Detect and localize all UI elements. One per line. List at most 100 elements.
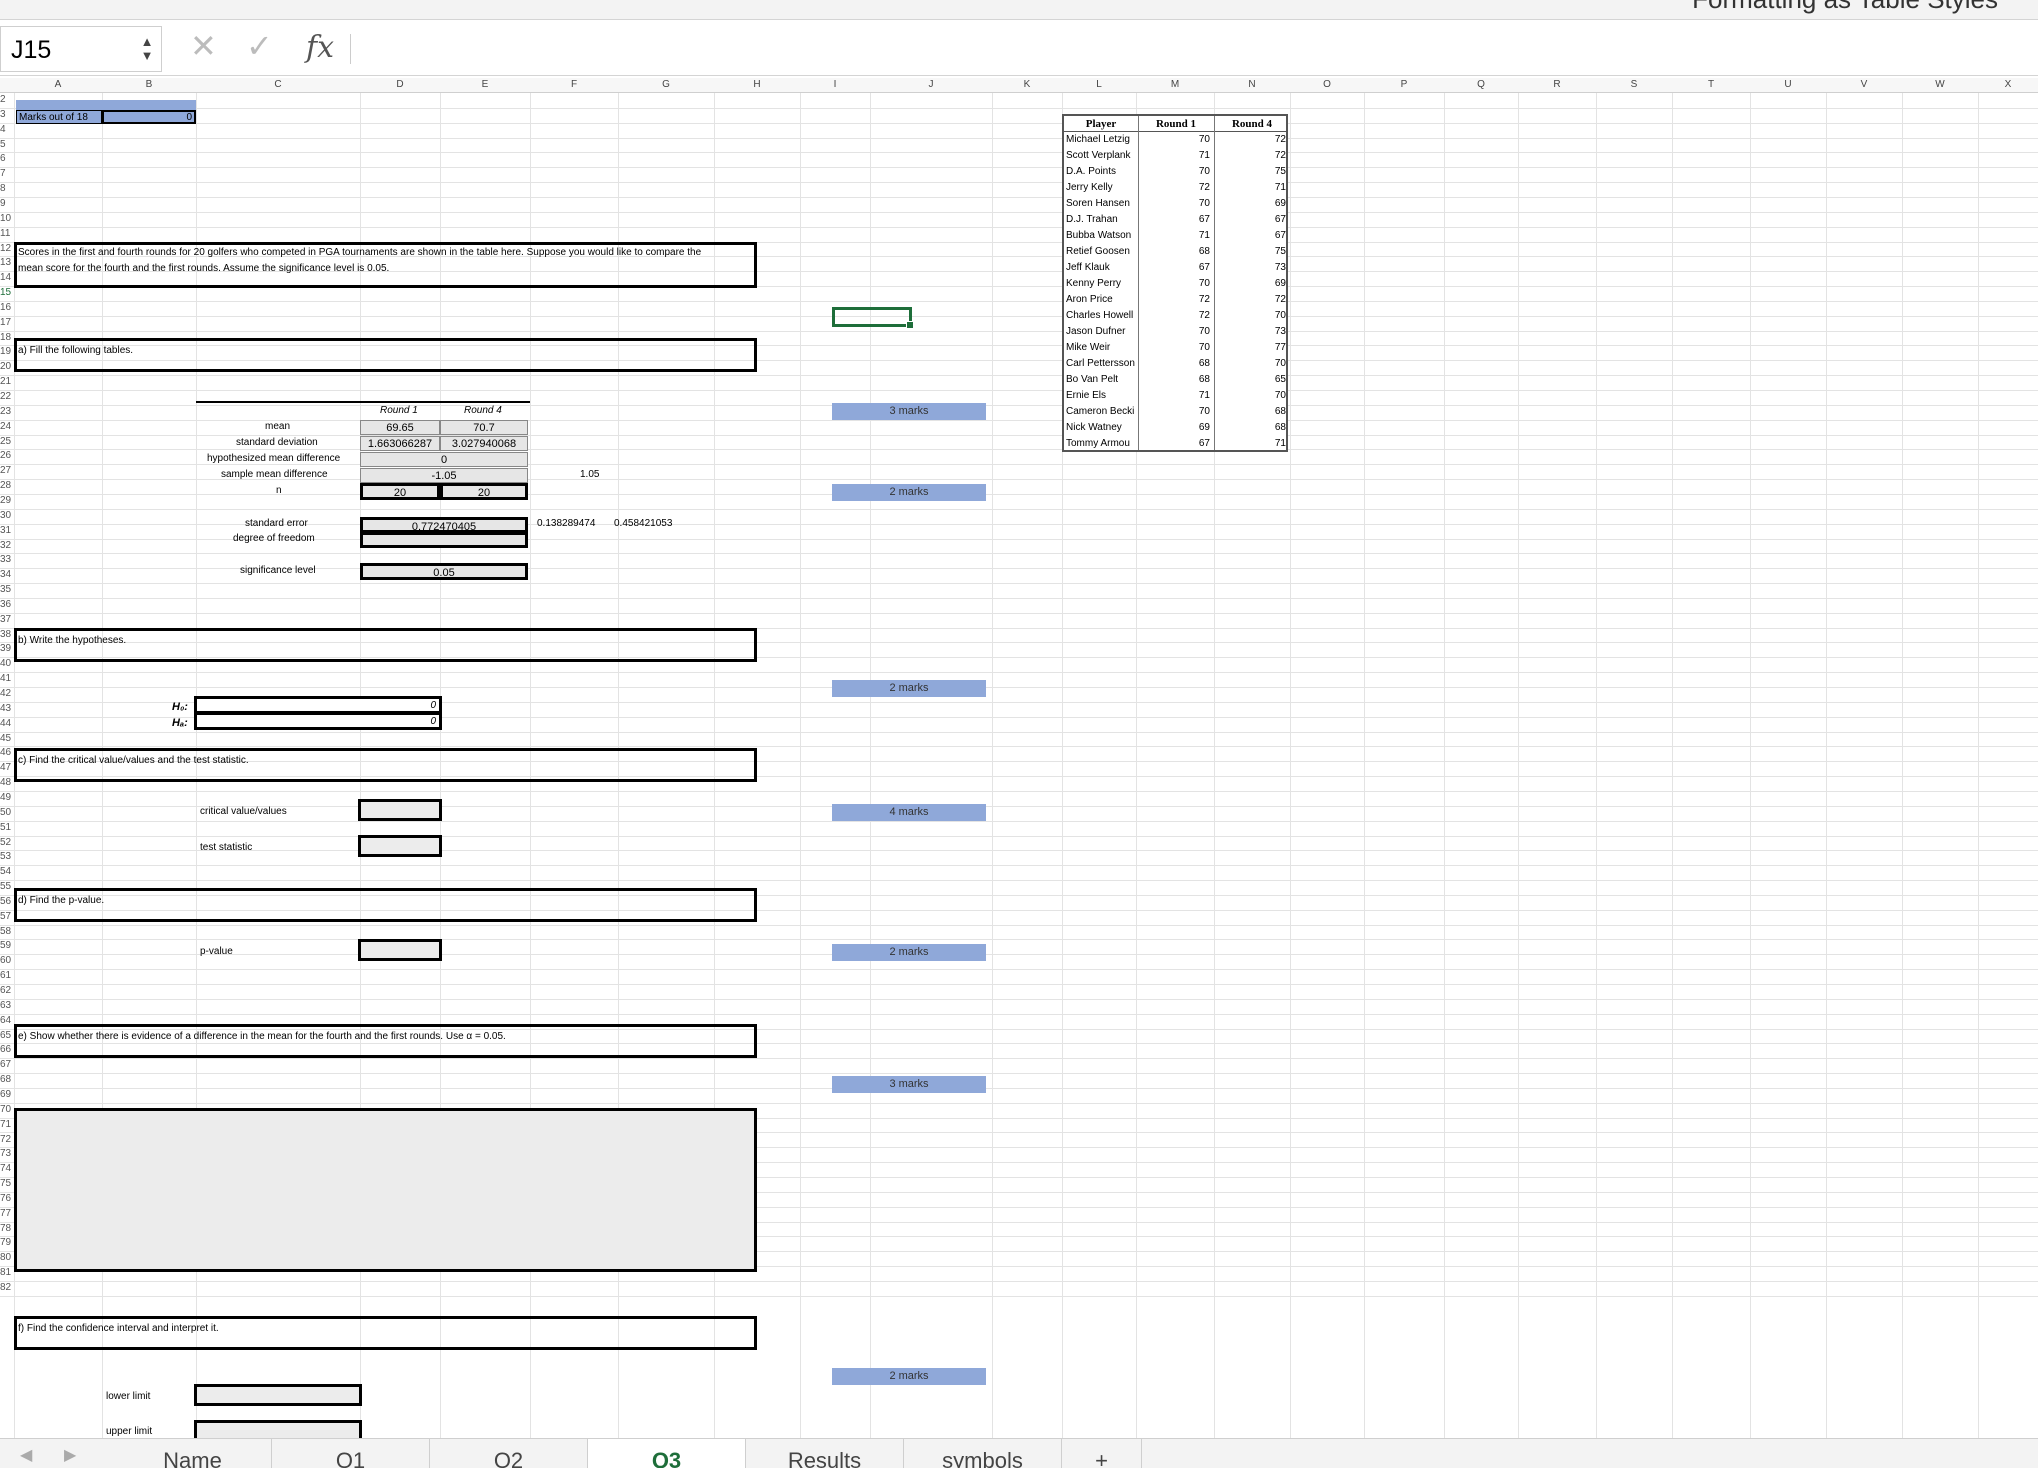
- row-header-80[interactable]: 80: [0, 1251, 14, 1265]
- row-header-50[interactable]: 50: [0, 806, 14, 820]
- cv-input[interactable]: [358, 799, 442, 821]
- marks-label-cell[interactable]: Marks out of 18: [16, 110, 102, 124]
- row-header-46[interactable]: 46: [0, 746, 14, 760]
- row-header-15[interactable]: 15: [0, 286, 14, 300]
- row-header-59[interactable]: 59: [0, 939, 14, 953]
- row-header-5[interactable]: 5: [0, 138, 14, 152]
- row-header-30[interactable]: 30: [0, 509, 14, 523]
- row-header-44[interactable]: 44: [0, 717, 14, 731]
- column-header-c[interactable]: C: [196, 79, 360, 90]
- row-header-60[interactable]: 60: [0, 954, 14, 968]
- row-header-28[interactable]: 28: [0, 479, 14, 493]
- sheet-tab-symbols[interactable]: symbols: [904, 1439, 1062, 1468]
- row-header-9[interactable]: 9: [0, 197, 14, 211]
- row-header-11[interactable]: 11: [0, 227, 14, 241]
- player-row[interactable]: Bubba Watson 71 67: [1064, 228, 1286, 244]
- n-round4[interactable]: 20: [440, 483, 528, 500]
- sheet-tab-name[interactable]: Name: [114, 1439, 272, 1468]
- sig-value[interactable]: 0.05: [360, 563, 528, 580]
- column-header-t[interactable]: T: [1672, 79, 1750, 90]
- prev-sheet-icon[interactable]: ◀: [20, 1445, 32, 1465]
- column-header-p[interactable]: P: [1364, 79, 1444, 90]
- row-header-13[interactable]: 13: [0, 256, 14, 270]
- sheet-tab-q1[interactable]: Q1: [272, 1439, 430, 1468]
- row-header-31[interactable]: 31: [0, 524, 14, 538]
- row-header-77[interactable]: 77: [0, 1207, 14, 1221]
- marks-value-cell[interactable]: 0: [102, 110, 196, 124]
- spin-down-icon[interactable]: ▼: [139, 49, 155, 63]
- row-header-19[interactable]: 19: [0, 345, 14, 359]
- row-header-66[interactable]: 66: [0, 1043, 14, 1057]
- row-header-61[interactable]: 61: [0, 969, 14, 983]
- player-row[interactable]: Charles Howell 72 70: [1064, 308, 1286, 324]
- row-header-79[interactable]: 79: [0, 1236, 14, 1250]
- column-header-i[interactable]: I: [800, 79, 870, 90]
- column-header-s[interactable]: S: [1596, 79, 1672, 90]
- row-header-58[interactable]: 58: [0, 925, 14, 939]
- smd-value[interactable]: -1.05: [360, 468, 528, 483]
- column-header-f[interactable]: F: [530, 79, 618, 90]
- ha-input[interactable]: 0: [194, 712, 442, 730]
- hmd-value[interactable]: 0: [360, 452, 528, 467]
- column-header-v[interactable]: V: [1826, 79, 1902, 90]
- column-header-k[interactable]: K: [992, 79, 1062, 90]
- player-row[interactable]: Cameron Becki 70 68: [1064, 404, 1286, 420]
- row-header-36[interactable]: 36: [0, 598, 14, 612]
- row-header-82[interactable]: 82: [0, 1281, 14, 1295]
- row-header-48[interactable]: 48: [0, 776, 14, 790]
- row-header-10[interactable]: 10: [0, 212, 14, 226]
- spin-up-icon[interactable]: ▲: [139, 35, 155, 49]
- add-sheet-button[interactable]: +: [1062, 1439, 1142, 1468]
- row-header-2[interactable]: 2: [0, 93, 14, 107]
- column-header-o[interactable]: O: [1290, 79, 1364, 90]
- player-row[interactable]: Aron Price 72 72: [1064, 292, 1286, 308]
- row-header-32[interactable]: 32: [0, 539, 14, 553]
- part-e-answer-area[interactable]: [14, 1108, 757, 1272]
- row-header-6[interactable]: 6: [0, 152, 14, 166]
- row-header-16[interactable]: 16: [0, 301, 14, 315]
- row-header-43[interactable]: 43: [0, 702, 14, 716]
- row-header-37[interactable]: 37: [0, 613, 14, 627]
- row-header-70[interactable]: 70: [0, 1103, 14, 1117]
- row-header-54[interactable]: 54: [0, 865, 14, 879]
- row-header-67[interactable]: 67: [0, 1058, 14, 1072]
- player-row[interactable]: Soren Hansen 70 69: [1064, 196, 1286, 212]
- player-row[interactable]: Jason Dufner 70 73: [1064, 324, 1286, 340]
- row-header-74[interactable]: 74: [0, 1162, 14, 1176]
- row-header-76[interactable]: 76: [0, 1192, 14, 1206]
- row-header-45[interactable]: 45: [0, 732, 14, 746]
- row-header-21[interactable]: 21: [0, 375, 14, 389]
- row-header-12[interactable]: 12: [0, 242, 14, 256]
- player-row[interactable]: Ernie Els 71 70: [1064, 388, 1286, 404]
- row-header-4[interactable]: 4: [0, 123, 14, 137]
- fill-handle[interactable]: [906, 321, 914, 329]
- active-cell-j15[interactable]: [832, 307, 912, 327]
- sd-round1[interactable]: 1.663066287: [360, 436, 440, 451]
- row-header-65[interactable]: 65: [0, 1029, 14, 1043]
- column-header-e[interactable]: E: [440, 79, 530, 90]
- upper-limit-input[interactable]: [194, 1420, 362, 1438]
- player-row[interactable]: Retief Goosen 68 75: [1064, 244, 1286, 260]
- row-header-62[interactable]: 62: [0, 984, 14, 998]
- column-header-m[interactable]: M: [1136, 79, 1214, 90]
- player-row[interactable]: Jerry Kelly 72 71: [1064, 180, 1286, 196]
- player-row[interactable]: Carl Pettersson 68 70: [1064, 356, 1286, 372]
- insert-function-icon[interactable]: fx: [306, 30, 334, 65]
- name-box[interactable]: J15 ▲ ▼: [0, 26, 162, 72]
- player-row[interactable]: Bo Van Pelt 68 65: [1064, 372, 1286, 388]
- row-header-8[interactable]: 8: [0, 182, 14, 196]
- column-header-x[interactable]: X: [1978, 79, 2038, 90]
- row-header-49[interactable]: 49: [0, 791, 14, 805]
- cancel-icon[interactable]: ✕: [190, 30, 217, 62]
- row-header-35[interactable]: 35: [0, 583, 14, 597]
- row-header-17[interactable]: 17: [0, 316, 14, 330]
- column-header-d[interactable]: D: [360, 79, 440, 90]
- player-row[interactable]: Michael Letzig 70 72: [1064, 132, 1286, 148]
- row-header-52[interactable]: 52: [0, 836, 14, 850]
- row-header-23[interactable]: 23: [0, 405, 14, 419]
- row-header-26[interactable]: 26: [0, 449, 14, 463]
- confirm-icon[interactable]: ✓: [246, 30, 273, 62]
- column-header-b[interactable]: B: [102, 79, 196, 90]
- player-row[interactable]: Jeff Klauk 67 73: [1064, 260, 1286, 276]
- lower-limit-input[interactable]: [194, 1384, 362, 1406]
